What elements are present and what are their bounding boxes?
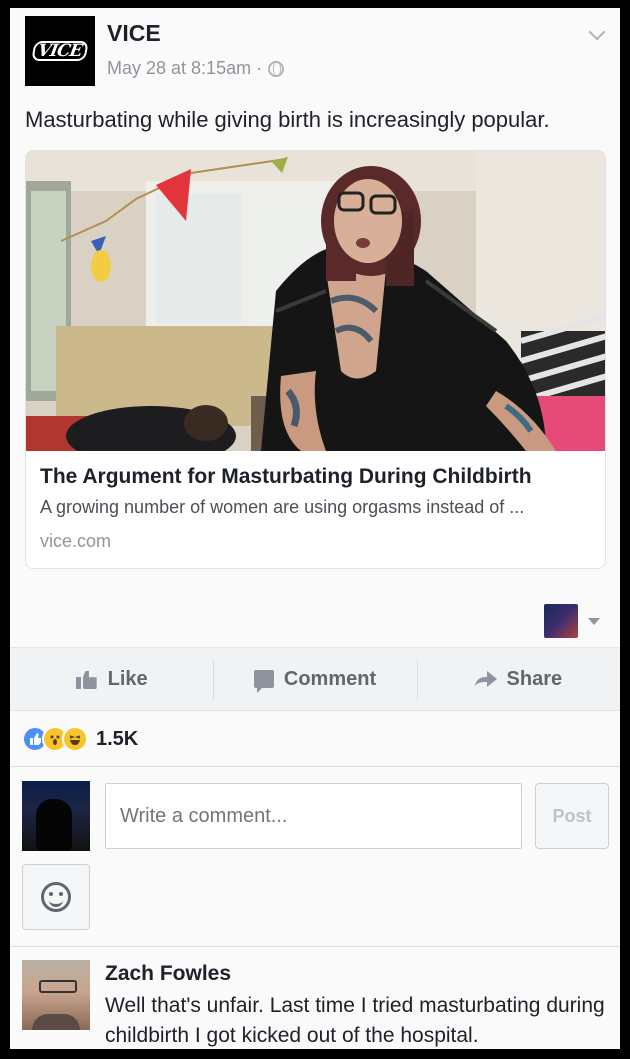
- comment-text: Well that's unfair. Last time I tried ma…: [105, 994, 605, 1047]
- page-selector[interactable]: [544, 604, 600, 638]
- like-label: Like: [107, 667, 148, 690]
- commenter-name[interactable]: Zach Fowles: [105, 962, 231, 986]
- share-arrow-icon: [474, 671, 497, 687]
- post-text: Masturbating while giving birth is incre…: [25, 107, 550, 132]
- link-preview-image: [26, 151, 605, 451]
- globe-icon: [268, 60, 285, 77]
- comment-button[interactable]: Comment: [213, 648, 416, 710]
- action-bar: Like Comment Share: [10, 647, 620, 711]
- haha-reaction-icon: [62, 726, 88, 752]
- comment-label: Comment: [283, 667, 377, 690]
- post-frame: VICE VICE May 28 at 8:15am · Masturbatin…: [10, 8, 620, 1049]
- commenter-avatar[interactable]: [22, 960, 90, 1030]
- timestamp-row: May 28 at 8:15am ·: [107, 58, 285, 79]
- link-description: A growing number of women are using orga…: [40, 497, 525, 517]
- divider: [10, 766, 620, 767]
- page-name[interactable]: VICE: [107, 20, 161, 47]
- page-avatar[interactable]: VICE: [25, 16, 95, 86]
- post-button[interactable]: Post: [535, 783, 609, 849]
- share-button[interactable]: Share: [416, 648, 620, 710]
- smiley-icon: [41, 882, 71, 912]
- reaction-count: 1.5K: [96, 727, 139, 750]
- selected-page-avatar: [544, 604, 578, 638]
- post-timestamp[interactable]: May 28 at 8:15am ·: [107, 58, 262, 79]
- divider: [10, 946, 620, 947]
- thumbs-up-icon: [75, 669, 98, 689]
- emoji-button[interactable]: [22, 864, 90, 930]
- user-avatar: [22, 781, 90, 851]
- like-button[interactable]: Like: [10, 648, 213, 710]
- comment-bubble-icon: [253, 670, 274, 693]
- caret-down-icon: [588, 617, 600, 625]
- comment-input[interactable]: [105, 783, 522, 849]
- link-title[interactable]: The Argument for Masturbating During Chi…: [40, 465, 532, 489]
- link-preview-card[interactable]: The Argument for Masturbating During Chi…: [25, 150, 606, 569]
- reactions-summary[interactable]: 1.5K: [22, 724, 138, 754]
- chevron-down-icon[interactable]: [589, 26, 605, 42]
- share-label: Share: [506, 667, 563, 690]
- link-domain: vice.com: [40, 531, 112, 551]
- post-header: VICE VICE May 28 at 8:15am ·: [10, 8, 620, 98]
- vice-logo-icon: VICE: [31, 41, 89, 61]
